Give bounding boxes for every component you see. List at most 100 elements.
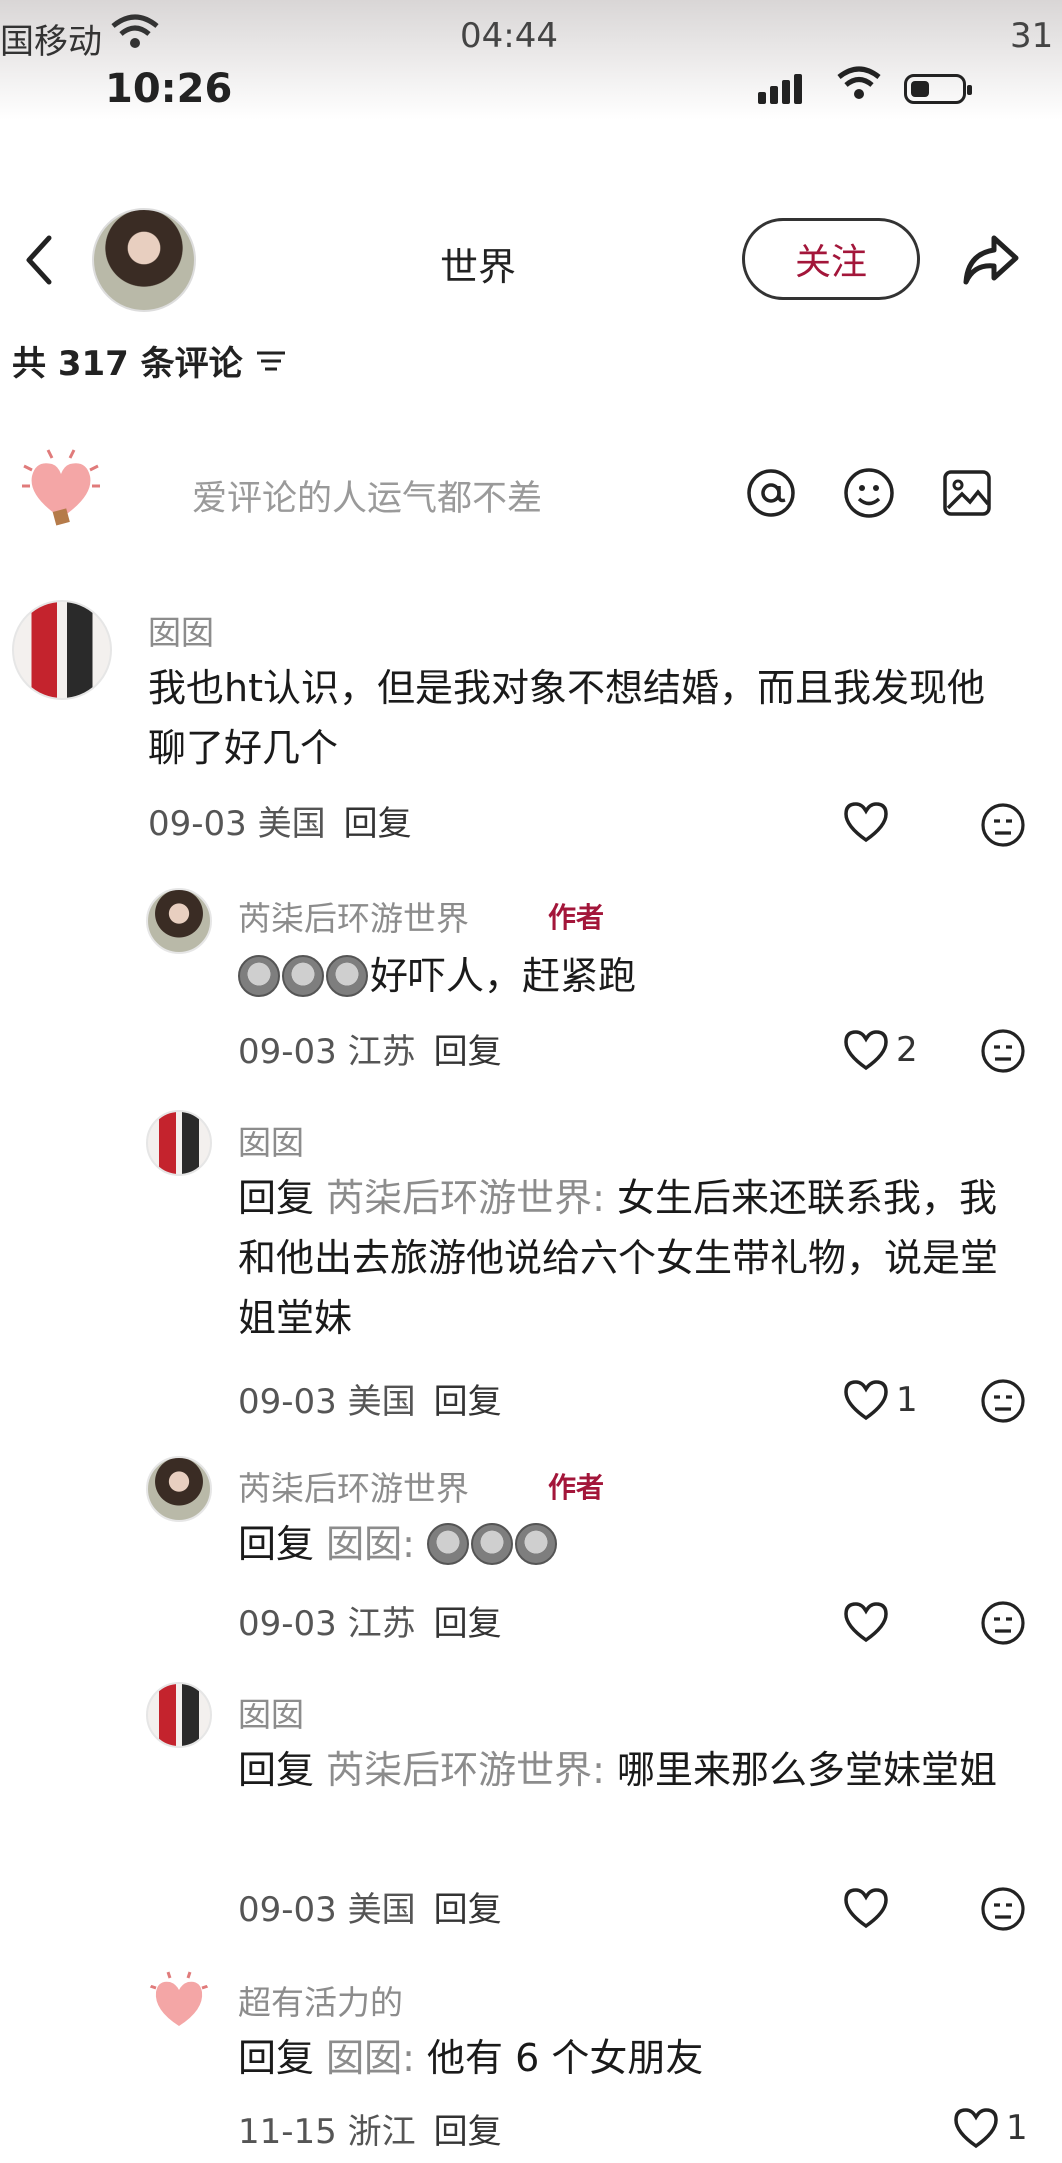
dislike-icon[interactable] bbox=[980, 1600, 1026, 1646]
reply-button[interactable]: 回复 bbox=[434, 2112, 502, 2152]
author-badge: 作者 bbox=[548, 901, 605, 934]
comment-text: 回复 囡囡: 他有 6 个女朋友 bbox=[238, 2028, 998, 2088]
comment-date: 09-03 美国 bbox=[238, 1890, 416, 1930]
comment-meta: 09-03 江苏 回复 bbox=[238, 1024, 502, 1073]
like-button[interactable] bbox=[842, 800, 890, 844]
comment-meta: 09-03 美国 回复 bbox=[238, 1374, 502, 1423]
avatar[interactable] bbox=[146, 1110, 212, 1176]
reply-target[interactable]: 芮柒后环游世界: bbox=[326, 1176, 605, 1220]
emoji-sticker-icon bbox=[238, 955, 280, 997]
my-avatar bbox=[22, 449, 100, 526]
wifi-icon bbox=[836, 66, 882, 109]
comment-date: 09-03 江苏 bbox=[238, 1604, 416, 1644]
emoji-sticker-icon bbox=[282, 955, 324, 997]
comment-date: 09-03 江苏 bbox=[238, 1032, 416, 1072]
avatar[interactable] bbox=[146, 1456, 212, 1522]
comment-text-body: 他有 6 个女朋友 bbox=[427, 2036, 704, 2080]
comment-text-body: 哪里来那么多堂妹堂姐 bbox=[617, 1748, 998, 1792]
comment-date: 11-15 浙江 bbox=[238, 2112, 416, 2152]
comment-user[interactable]: 超有活力的 bbox=[238, 1976, 403, 2024]
header: 世界 关注 bbox=[0, 200, 1062, 320]
heart-icon bbox=[844, 1380, 888, 1421]
battery-icon bbox=[904, 74, 972, 104]
reply-prefix: 回复 bbox=[238, 2036, 315, 2080]
comment-count-label: 共 317 条评论 bbox=[12, 344, 243, 384]
comment-user[interactable]: 囡囡 bbox=[238, 1116, 304, 1164]
reply-button[interactable]: 回复 bbox=[434, 1382, 502, 1422]
comment-user[interactable]: 囡囡 bbox=[148, 606, 214, 654]
reply-prefix: 回复 bbox=[238, 1522, 315, 1566]
follow-button[interactable]: 关注 bbox=[742, 218, 920, 300]
battery-percent: 31 bbox=[1010, 16, 1054, 56]
reply-prefix: 回复 bbox=[238, 1176, 315, 1220]
comment-meta: 11-15 浙江 回复 bbox=[238, 2104, 502, 2153]
comment-input[interactable]: 爱评论的人运气都不差 bbox=[192, 470, 542, 521]
like-button[interactable]: 2 bbox=[842, 1028, 918, 1072]
reply-target[interactable]: 囡囡: bbox=[326, 1522, 415, 1566]
signal-icon bbox=[758, 72, 802, 104]
heart-icon bbox=[844, 802, 888, 843]
like-count: 2 bbox=[896, 1030, 918, 1070]
reply-button[interactable]: 回复 bbox=[434, 1604, 502, 1644]
like-button[interactable]: 1 bbox=[842, 1378, 918, 1422]
avatar[interactable] bbox=[146, 888, 212, 954]
comment-user[interactable]: 芮柒后环游世界 bbox=[238, 892, 469, 940]
comment-meta: 09-03 江苏 回复 bbox=[238, 1596, 502, 1645]
heart-icon bbox=[844, 1888, 888, 1929]
sort-icon[interactable] bbox=[255, 349, 287, 373]
like-button[interactable] bbox=[842, 1886, 890, 1930]
comment-meta: 09-03 美国 回复 bbox=[238, 1882, 502, 1931]
author-badge: 作者 bbox=[548, 1471, 605, 1504]
comment-meta: 09-03 美国 回复 bbox=[148, 796, 412, 845]
status-time: 10:26 bbox=[105, 66, 233, 112]
status-time-top: 04:44 bbox=[460, 16, 558, 56]
at-icon[interactable] bbox=[744, 466, 798, 520]
emoji-icon[interactable] bbox=[842, 466, 896, 520]
avatar[interactable] bbox=[146, 1970, 212, 2036]
comment-date: 09-03 美国 bbox=[238, 1382, 416, 1422]
reply-target[interactable]: 芮柒后环游世界: bbox=[326, 1748, 605, 1792]
reply-button[interactable]: 回复 bbox=[434, 1032, 502, 1072]
like-button[interactable] bbox=[842, 1600, 890, 1644]
avatar[interactable] bbox=[12, 600, 112, 700]
comment-text: 我也ht认识，但是我对象不想结婚，而且我发现他聊了好几个 bbox=[148, 666, 985, 770]
heart-icon bbox=[954, 2108, 998, 2149]
comment-text: 好吓人，赶紧跑 bbox=[238, 946, 998, 1006]
heart-icon bbox=[844, 1602, 888, 1643]
comment-date: 09-03 美国 bbox=[148, 804, 326, 844]
comment-text: 回复 囡囡: bbox=[238, 1514, 998, 1574]
wifi-icon bbox=[110, 14, 160, 59]
comment-count: 共 317 条评论 bbox=[12, 336, 287, 385]
author-name[interactable]: 世界 bbox=[440, 236, 516, 291]
emoji-sticker-icon bbox=[427, 1523, 470, 1565]
emoji-sticker-icon bbox=[326, 955, 368, 997]
comment-user[interactable]: 囡囡 bbox=[238, 1688, 304, 1736]
author-avatar[interactable] bbox=[92, 208, 196, 312]
reply-target[interactable]: 囡囡: bbox=[326, 2036, 415, 2080]
carrier-label: 国移动 bbox=[0, 22, 102, 62]
comment-user[interactable]: 芮柒后环游世界 bbox=[238, 1462, 469, 1510]
dislike-icon[interactable] bbox=[980, 802, 1026, 848]
comment-text: 回复 芮柒后环游世界: 哪里来那么多堂妹堂姐 bbox=[238, 1740, 998, 1800]
comment-input-row: 爱评论的人运气都不差 bbox=[0, 440, 1062, 550]
dislike-icon[interactable] bbox=[980, 1886, 1026, 1932]
image-icon[interactable] bbox=[940, 466, 994, 520]
chevron-left-icon bbox=[26, 235, 52, 285]
emoji-sticker-icon bbox=[515, 1523, 558, 1565]
like-count: 1 bbox=[896, 1380, 918, 1420]
reply-button[interactable]: 回复 bbox=[344, 804, 412, 844]
dislike-icon[interactable] bbox=[980, 1378, 1026, 1424]
back-button[interactable] bbox=[14, 230, 64, 290]
avatar[interactable] bbox=[146, 1682, 212, 1748]
heart-icon bbox=[844, 1030, 888, 1071]
dislike-icon[interactable] bbox=[980, 1028, 1026, 1074]
reply-prefix: 回复 bbox=[238, 1748, 315, 1792]
like-button[interactable]: 1 bbox=[952, 2106, 1028, 2150]
reply-button[interactable]: 回复 bbox=[434, 1890, 502, 1930]
share-icon[interactable] bbox=[958, 228, 1022, 292]
like-count: 1 bbox=[1006, 2108, 1028, 2148]
status-bar: 国移动 04:44 31 10:26 bbox=[0, 0, 1062, 120]
comment-text-body: 好吓人，赶紧跑 bbox=[370, 954, 637, 998]
comment-text: 回复 芮柒后环游世界: 女生后来还联系我，我和他出去旅游他说给六个女生带礼物，说… bbox=[238, 1168, 998, 1348]
emoji-sticker-icon bbox=[471, 1523, 514, 1565]
